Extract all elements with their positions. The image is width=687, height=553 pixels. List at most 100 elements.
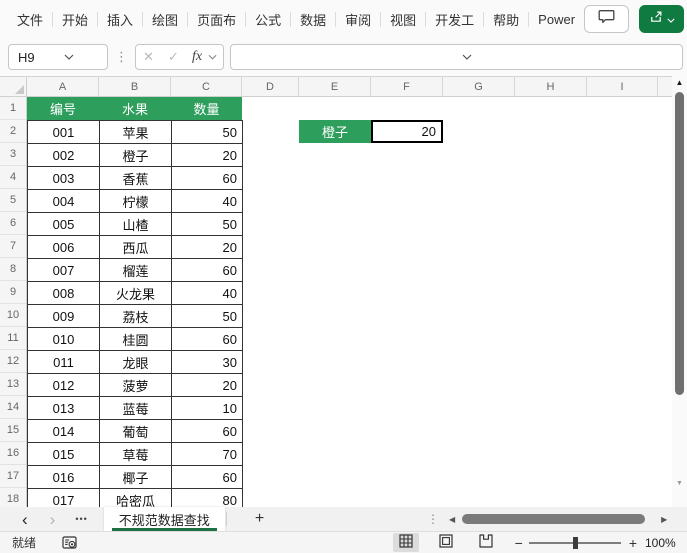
row-header-5[interactable]: 5 [0, 189, 26, 212]
table-cell[interactable]: 004 [28, 190, 100, 213]
table-cell[interactable]: 哈密瓜 [100, 489, 172, 507]
ribbon-tab-6[interactable]: 公式 [246, 10, 290, 29]
horizontal-scrollbar-thumb[interactable] [462, 514, 645, 524]
zoom-out-button[interactable]: − [515, 535, 523, 551]
column-header-E[interactable]: E [299, 77, 371, 96]
name-box[interactable]: H9 [8, 44, 108, 70]
ribbon-tab-9[interactable]: 视图 [381, 10, 425, 29]
ribbon-tab-1[interactable]: 文件 [8, 10, 52, 29]
table-cell[interactable]: 010 [28, 328, 100, 351]
column-header-A[interactable]: A [27, 77, 99, 96]
ribbon-tab-4[interactable]: 绘图 [143, 10, 187, 29]
ribbon-tab-5[interactable]: 页面布 [188, 10, 245, 29]
row-header-16[interactable]: 16 [0, 442, 26, 465]
formula-input[interactable] [230, 44, 683, 70]
table-cell[interactable]: 30 [172, 351, 243, 374]
row-header-2[interactable]: 2 [0, 120, 26, 143]
table-cell[interactable]: 榴莲 [100, 259, 172, 282]
table-header-cell[interactable]: 水果 [99, 97, 171, 120]
table-cell[interactable]: 016 [28, 466, 100, 489]
table-cell[interactable]: 葡萄 [100, 420, 172, 443]
table-cell[interactable]: 10 [172, 397, 243, 420]
lookup-value-cell[interactable]: 20 [371, 120, 443, 143]
drag-handle-icon[interactable]: ⋮ [108, 49, 135, 65]
table-cell[interactable]: 011 [28, 351, 100, 374]
row-header-7[interactable]: 7 [0, 235, 26, 258]
lookup-fruit-cell[interactable]: 橙子 [299, 120, 371, 143]
ribbon-tab-7[interactable]: 数据 [291, 10, 335, 29]
column-header-H[interactable]: H [515, 77, 587, 96]
row-header-1[interactable]: 1 [0, 97, 26, 120]
table-cell[interactable]: 50 [172, 121, 243, 144]
column-header-I[interactable]: I [587, 77, 658, 96]
scroll-right-icon[interactable]: ▶ [661, 515, 667, 524]
sheet-tab-active[interactable]: 不规范数据查找 [104, 507, 225, 531]
column-header-F[interactable]: F [371, 77, 443, 96]
accessibility-checker-icon[interactable] [62, 535, 78, 550]
chevron-down-icon[interactable] [55, 54, 101, 60]
table-header-cell[interactable]: 编号 [27, 97, 99, 120]
all-sheets-icon[interactable]: ••• [75, 514, 87, 524]
ribbon-tab-10[interactable]: 开发工 [426, 10, 483, 29]
table-cell[interactable]: 014 [28, 420, 100, 443]
zoom-slider-thumb[interactable] [573, 537, 578, 549]
table-cell[interactable]: 009 [28, 305, 100, 328]
add-sheet-button[interactable]: + [255, 510, 264, 528]
table-cell[interactable]: 008 [28, 282, 100, 305]
table-cell[interactable]: 015 [28, 443, 100, 466]
scroll-left-icon[interactable]: ◀ [449, 515, 455, 524]
table-cell[interactable]: 草莓 [100, 443, 172, 466]
table-cell[interactable]: 70 [172, 443, 243, 466]
table-cell[interactable]: 005 [28, 213, 100, 236]
row-header-13[interactable]: 13 [0, 373, 26, 396]
table-cell[interactable]: 蓝莓 [100, 397, 172, 420]
spreadsheet-grid[interactable]: ABCDEFGHI 123456789101112131415161718 编号… [0, 76, 672, 507]
row-header-14[interactable]: 14 [0, 396, 26, 419]
cancel-icon[interactable]: ✕ [136, 49, 161, 65]
ribbon-tab-12[interactable]: Power [529, 12, 584, 27]
table-cell[interactable]: 013 [28, 397, 100, 420]
comments-button[interactable] [584, 5, 629, 33]
row-header-17[interactable]: 17 [0, 465, 26, 488]
table-cell[interactable]: 001 [28, 121, 100, 144]
row-header-6[interactable]: 6 [0, 212, 26, 235]
column-header-C[interactable]: C [171, 77, 242, 96]
table-cell[interactable]: 007 [28, 259, 100, 282]
formula-bar-expand-icon[interactable] [454, 54, 677, 60]
page-break-preview-button[interactable] [473, 533, 499, 552]
table-cell[interactable]: 50 [172, 213, 243, 236]
ribbon-tab-8[interactable]: 审阅 [336, 10, 380, 29]
row-header-15[interactable]: 15 [0, 419, 26, 442]
column-header-D[interactable]: D [242, 77, 299, 96]
normal-view-button[interactable] [393, 533, 419, 552]
vertical-scrollbar-thumb[interactable] [675, 92, 684, 395]
zoom-level-label[interactable]: 100% [645, 536, 687, 550]
table-cell[interactable]: 006 [28, 236, 100, 259]
table-cell[interactable]: 橙子 [100, 144, 172, 167]
scrollbar-resize-handle[interactable]: ⋮ [427, 512, 439, 526]
table-cell[interactable]: 火龙果 [100, 282, 172, 305]
table-cell[interactable]: 60 [172, 420, 243, 443]
row-header-10[interactable]: 10 [0, 304, 26, 327]
row-header-11[interactable]: 11 [0, 327, 26, 350]
table-cell[interactable]: 菠萝 [100, 374, 172, 397]
table-cell[interactable]: 60 [172, 466, 243, 489]
horizontal-scrollbar[interactable]: ◀ ▶ [449, 507, 687, 531]
scroll-down-icon[interactable]: ▼ [672, 480, 687, 487]
table-cell[interactable]: 012 [28, 374, 100, 397]
table-cell[interactable]: 苹果 [100, 121, 172, 144]
scroll-up-icon[interactable]: ▲ [672, 78, 687, 87]
row-header-12[interactable]: 12 [0, 350, 26, 373]
table-cell[interactable]: 40 [172, 190, 243, 213]
zoom-slider[interactable] [529, 536, 621, 550]
row-header-18[interactable]: 18 [0, 488, 26, 507]
prev-sheet-icon[interactable]: ‹ [22, 511, 28, 528]
table-cell[interactable]: 香蕉 [100, 167, 172, 190]
table-cell[interactable]: 荔枝 [100, 305, 172, 328]
enter-icon[interactable]: ✓ [161, 49, 186, 65]
table-body[interactable]: 001苹果50002橙子20003香蕉60004柠檬40005山楂50006西瓜… [27, 120, 243, 507]
row-header-9[interactable]: 9 [0, 281, 26, 304]
row-header-8[interactable]: 8 [0, 258, 26, 281]
row-header-3[interactable]: 3 [0, 143, 26, 166]
table-cell[interactable]: 80 [172, 489, 243, 507]
